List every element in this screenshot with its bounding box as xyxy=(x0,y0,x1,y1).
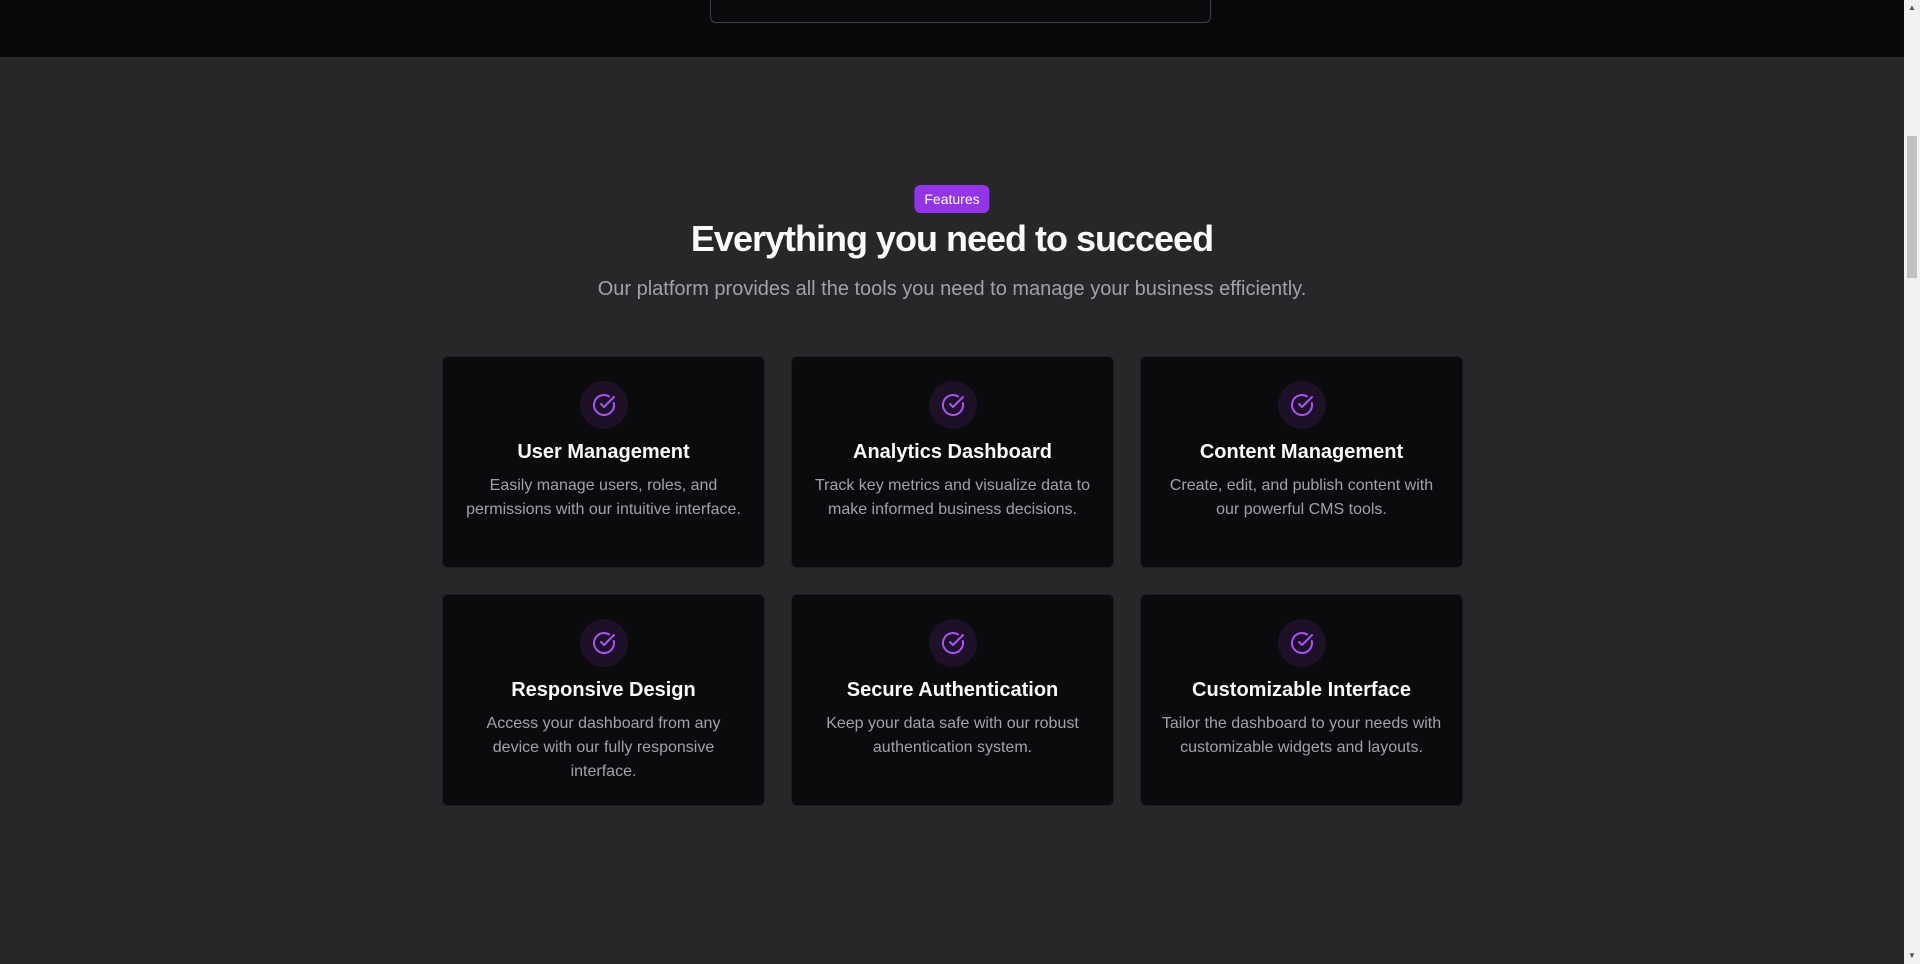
previous-section xyxy=(0,0,1904,57)
features-badge: Features xyxy=(914,185,990,213)
features-title: Everything you need to succeed xyxy=(690,218,1214,259)
feature-card-content-management: Content Management Create, edit, and pub… xyxy=(1140,356,1463,568)
scroll-down-arrow-icon[interactable]: ▼ xyxy=(1904,948,1920,964)
feature-card-description: Track key metrics and visualize data to … xyxy=(814,477,1091,518)
feature-card-responsive-design: Responsive Design Access your dashboard … xyxy=(442,594,765,806)
check-circle-icon xyxy=(1277,619,1326,667)
check-circle-icon xyxy=(928,619,977,667)
feature-card-description: Tailor the dashboard to your needs with … xyxy=(1161,715,1442,756)
feature-card-title: Responsive Design xyxy=(511,679,696,701)
feature-card-customizable-interface: Customizable Interface Tailor the dashbo… xyxy=(1140,594,1463,806)
feature-card-description: Create, edit, and publish content with o… xyxy=(1169,477,1434,518)
feature-card-analytics-dashboard: Analytics Dashboard Track key metrics an… xyxy=(791,356,1114,568)
page: Features Everything you need to succeed … xyxy=(0,0,1920,964)
check-circle-icon xyxy=(928,381,977,429)
feature-card-user-management: User Management Easily manage users, rol… xyxy=(442,356,765,568)
feature-card-title: Customizable Interface xyxy=(1192,679,1411,701)
feature-card-title: Secure Authentication xyxy=(846,679,1059,701)
scrollbar-thumb[interactable] xyxy=(1907,136,1917,278)
previous-section-box xyxy=(710,0,1211,23)
check-circle-icon xyxy=(579,619,628,667)
feature-card-title: Analytics Dashboard xyxy=(853,441,1052,463)
features-grid: User Management Easily manage users, rol… xyxy=(442,356,1464,806)
feature-card-title: Content Management xyxy=(1199,441,1404,463)
features-subtitle: Our platform provides all the tools you … xyxy=(597,278,1307,300)
vertical-scrollbar[interactable]: ▲ ▼ xyxy=(1904,0,1920,964)
feature-card-description: Keep your data safe with our robust auth… xyxy=(826,715,1079,756)
feature-card-description: Easily manage users, roles, and permissi… xyxy=(466,477,741,518)
check-circle-icon xyxy=(579,381,628,429)
feature-card-title: User Management xyxy=(517,441,690,463)
feature-card-description: Access your dashboard from any device wi… xyxy=(486,715,721,780)
feature-card-secure-authentication: Secure Authentication Keep your data saf… xyxy=(791,594,1114,806)
scroll-up-arrow-icon[interactable]: ▲ xyxy=(1904,0,1920,16)
check-circle-icon xyxy=(1277,381,1326,429)
